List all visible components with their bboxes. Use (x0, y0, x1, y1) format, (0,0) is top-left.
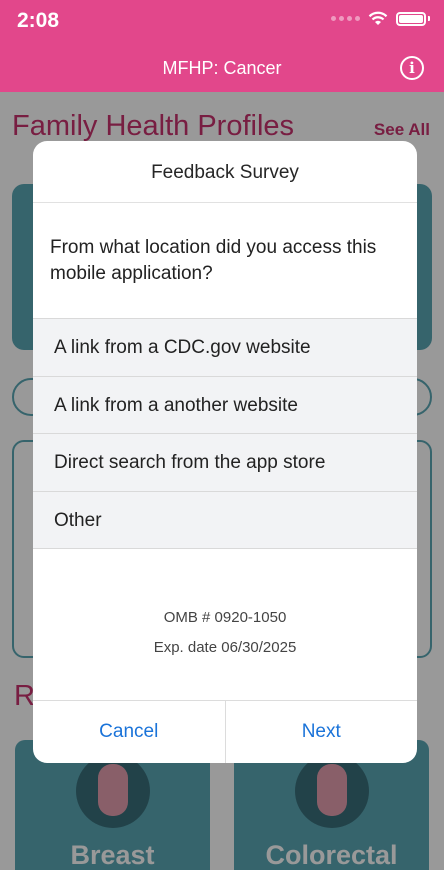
survey-options: A link from a CDC.gov website A link fro… (33, 318, 417, 549)
signal-icon (331, 16, 360, 21)
option-cdc-link[interactable]: A link from a CDC.gov website (33, 319, 417, 377)
dialog-title: Feedback Survey (33, 141, 417, 203)
expiration-date: Exp. date 06/30/2025 (153, 639, 297, 656)
feedback-survey-dialog: Feedback Survey From what location did y… (33, 141, 417, 763)
survey-question: From what location did you access this m… (50, 237, 377, 284)
battery-icon (396, 11, 426, 26)
status-icons (331, 11, 430, 26)
dialog-actions: Cancel Next (33, 700, 417, 763)
status-time: 2:08 (17, 9, 60, 32)
cancel-button[interactable]: Cancel (33, 701, 226, 763)
option-app-store[interactable]: Direct search from the app store (33, 434, 417, 492)
option-other[interactable]: Other (33, 491, 417, 549)
next-button[interactable]: Next (226, 701, 418, 763)
omb-number: OMB # 0920-1050 (163, 609, 287, 626)
app-header: 2:08 MFHP: Cancer i (0, 0, 444, 92)
info-icon[interactable]: i (400, 56, 424, 80)
option-other-website[interactable]: A link from a another website (33, 376, 417, 434)
header-title: MFHP: Cancer (162, 58, 282, 78)
wifi-icon (368, 11, 388, 25)
